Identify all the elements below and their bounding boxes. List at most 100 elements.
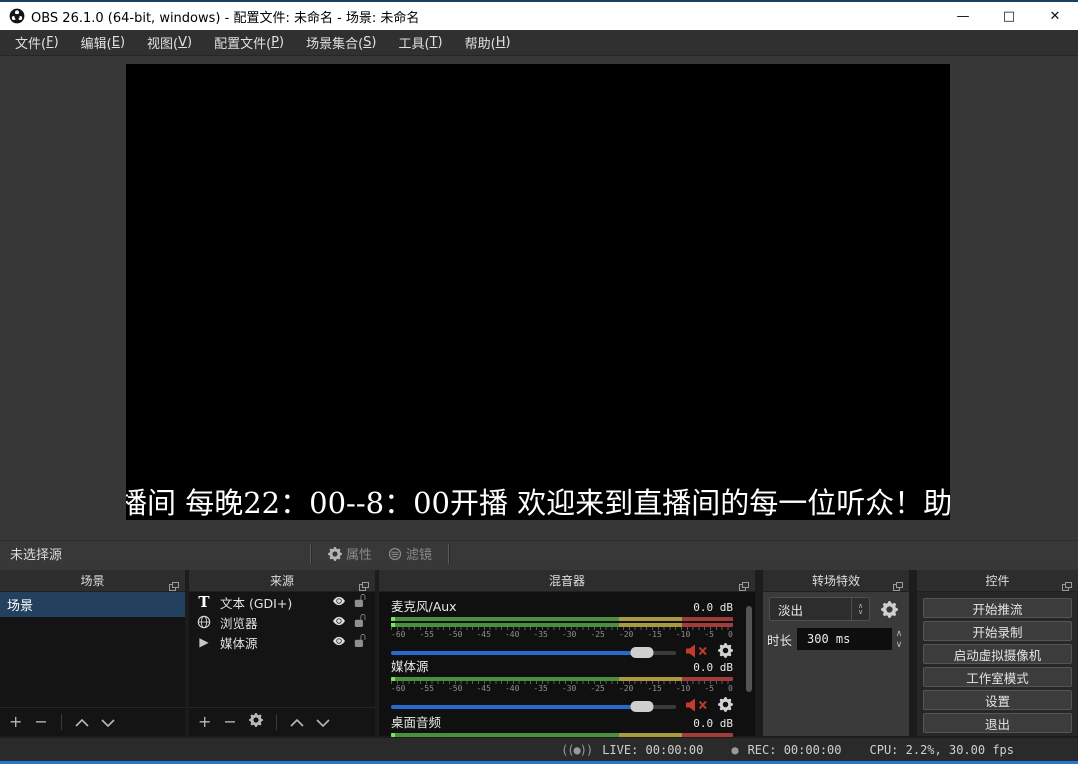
tick-label: -10 xyxy=(676,630,690,639)
move-scene-up-button[interactable] xyxy=(75,712,89,731)
properties-button[interactable]: 属性 xyxy=(328,544,372,563)
slider-fill xyxy=(391,651,642,655)
duration-spinner: ∧ ∨ xyxy=(892,628,906,650)
menu-label: 文件( xyxy=(15,33,46,52)
obs-logo-icon xyxy=(9,8,25,24)
menu-item-edit[interactable]: 编辑(E) xyxy=(70,30,136,56)
mixer-panel-header[interactable]: 混音器 xyxy=(379,570,755,592)
menu-item-scene-collection[interactable]: 场景集合(S) xyxy=(295,30,387,56)
chevron-down-icon xyxy=(101,719,115,727)
source-list-item-browser[interactable]: 浏览器 xyxy=(189,612,375,632)
menu-item-file[interactable]: 文件(F) xyxy=(4,30,70,56)
slider-fill xyxy=(391,705,642,709)
tick-label: -45 xyxy=(476,630,490,639)
menu-mnemonic: H xyxy=(496,35,506,50)
window-title: OBS 26.1.0 (64-bit, windows) - 配置文件: 未命名… xyxy=(31,7,419,26)
slider-handle[interactable] xyxy=(630,701,653,712)
source-label: 媒体源 xyxy=(220,633,258,652)
volume-slider[interactable] xyxy=(391,705,676,709)
tick-label: -50 xyxy=(448,630,462,639)
tick-label: -35 xyxy=(533,630,547,639)
scenes-panel-title: 场景 xyxy=(80,572,104,589)
meter-scale: -60-55-50-45-40-35-30-25-20-15-10-50 xyxy=(391,627,733,639)
menu-label: ) xyxy=(505,35,510,50)
volume-slider[interactable] xyxy=(391,651,676,655)
media-source-icon: ▶ xyxy=(196,635,212,649)
menu-label: ) xyxy=(120,35,125,50)
gear-icon xyxy=(249,713,263,727)
browser-source-icon xyxy=(196,615,212,629)
maximize-button[interactable]: □ xyxy=(986,2,1032,30)
start-virtual-camera-button[interactable]: 启动虚拟摄像机 xyxy=(923,644,1072,664)
menu-label: 配置文件( xyxy=(214,33,271,52)
transition-properties-button[interactable] xyxy=(877,597,901,621)
filters-label: 滤镜 xyxy=(406,544,432,563)
chevron-down-icon xyxy=(316,719,330,727)
visibility-eye-icon[interactable] xyxy=(331,635,347,650)
start-recording-button[interactable]: 开始录制 xyxy=(923,621,1072,641)
tick-label: -60 xyxy=(391,684,405,693)
menu-item-profile[interactable]: 配置文件(P) xyxy=(203,30,295,56)
audio-mixer-panel: 混音器 麦克风/Aux 0.0 dB -60-55-50-45-40-35-30… xyxy=(379,570,755,736)
add-source-button[interactable]: + xyxy=(198,714,211,730)
settings-button[interactable]: 设置 xyxy=(923,690,1072,710)
filters-button[interactable]: 滤镜 xyxy=(388,544,432,563)
controls-panel: 控件 开始推流 开始录制 启动虚拟摄像机 工作室模式 设置 退出 xyxy=(917,570,1078,736)
menu-label: ) xyxy=(187,35,192,50)
statusbar: ((●)) LIVE: 00:00:00 ● REC: 00:00:00 CPU… xyxy=(0,738,1078,761)
close-button[interactable]: ✕ xyxy=(1032,2,1078,30)
menu-item-help[interactable]: 帮助(H) xyxy=(454,30,522,56)
add-scene-button[interactable]: + xyxy=(9,714,22,730)
move-source-up-button[interactable] xyxy=(290,712,304,731)
scene-list-item[interactable]: 场景 xyxy=(0,592,185,617)
gear-icon xyxy=(881,601,898,618)
minimize-button[interactable]: — xyxy=(940,2,986,30)
visibility-eye-icon[interactable] xyxy=(331,615,347,630)
visibility-eye-icon[interactable] xyxy=(331,595,347,610)
menu-item-view[interactable]: 视图(V) xyxy=(136,30,203,56)
titlebar[interactable]: OBS 26.1.0 (64-bit, windows) - 配置文件: 未命名… xyxy=(0,2,1078,30)
source-list-item-media[interactable]: ▶ 媒体源 xyxy=(189,632,375,652)
scenes-panel-header[interactable]: 场景 xyxy=(0,570,185,592)
spin-up-button[interactable]: ∧ xyxy=(892,628,906,639)
source-label: 浏览器 xyxy=(220,613,258,632)
menu-label: ) xyxy=(54,35,59,50)
lock-icon[interactable] xyxy=(354,594,367,610)
studio-mode-button[interactable]: 工作室模式 xyxy=(923,667,1072,687)
source-list-item-text[interactable]: T 文本 (GDI+) xyxy=(189,592,375,612)
menu-label: 场景集合( xyxy=(306,33,363,52)
source-properties-button[interactable] xyxy=(249,712,263,731)
move-scene-down-button[interactable] xyxy=(101,712,115,731)
menu-item-tools[interactable]: 工具(T) xyxy=(388,30,454,56)
lock-icon[interactable] xyxy=(354,614,367,630)
sources-panel-header[interactable]: 来源 xyxy=(189,570,375,592)
duration-input[interactable]: 300 ms xyxy=(797,628,892,650)
remove-scene-button[interactable]: − xyxy=(34,714,47,730)
menu-label: 工具( xyxy=(399,33,430,52)
tick-label: -45 xyxy=(476,684,490,693)
toolbar-separator xyxy=(276,714,277,730)
no-source-selected-label: 未选择源 xyxy=(10,544,62,563)
window-buttons: — □ ✕ xyxy=(940,2,1078,30)
sources-panel-title: 来源 xyxy=(270,572,294,589)
lock-icon[interactable] xyxy=(354,634,367,650)
chevron-up-icon xyxy=(290,719,304,727)
mixer-scrollbar[interactable] xyxy=(746,606,752,692)
transition-select[interactable]: 淡出 ∧ ∨ xyxy=(769,597,870,621)
tick-label: -5 xyxy=(704,630,714,639)
channel-db-value: 0.0 dB xyxy=(693,717,733,730)
menu-mnemonic: F xyxy=(46,35,53,50)
mixer-panel-title: 混音器 xyxy=(549,572,585,589)
spin-down-button[interactable]: ∨ xyxy=(892,639,906,650)
tick-label: -15 xyxy=(647,630,661,639)
start-streaming-button[interactable]: 开始推流 xyxy=(923,598,1072,618)
rec-dot-icon: ● xyxy=(731,743,737,757)
remove-source-button[interactable]: − xyxy=(223,714,236,730)
preview-canvas[interactable]: 播间 每晚22：00--8：00开播 欢迎来到直播间的每一位听众！助眠 xyxy=(126,64,950,520)
controls-panel-header[interactable]: 控件 xyxy=(917,570,1078,592)
tick-label: -10 xyxy=(676,684,690,693)
transitions-panel-header[interactable]: 转场特效 xyxy=(763,570,909,592)
obs-window: OBS 26.1.0 (64-bit, windows) - 配置文件: 未命名… xyxy=(0,0,1078,764)
exit-button[interactable]: 退出 xyxy=(923,713,1072,733)
move-source-down-button[interactable] xyxy=(316,712,330,731)
